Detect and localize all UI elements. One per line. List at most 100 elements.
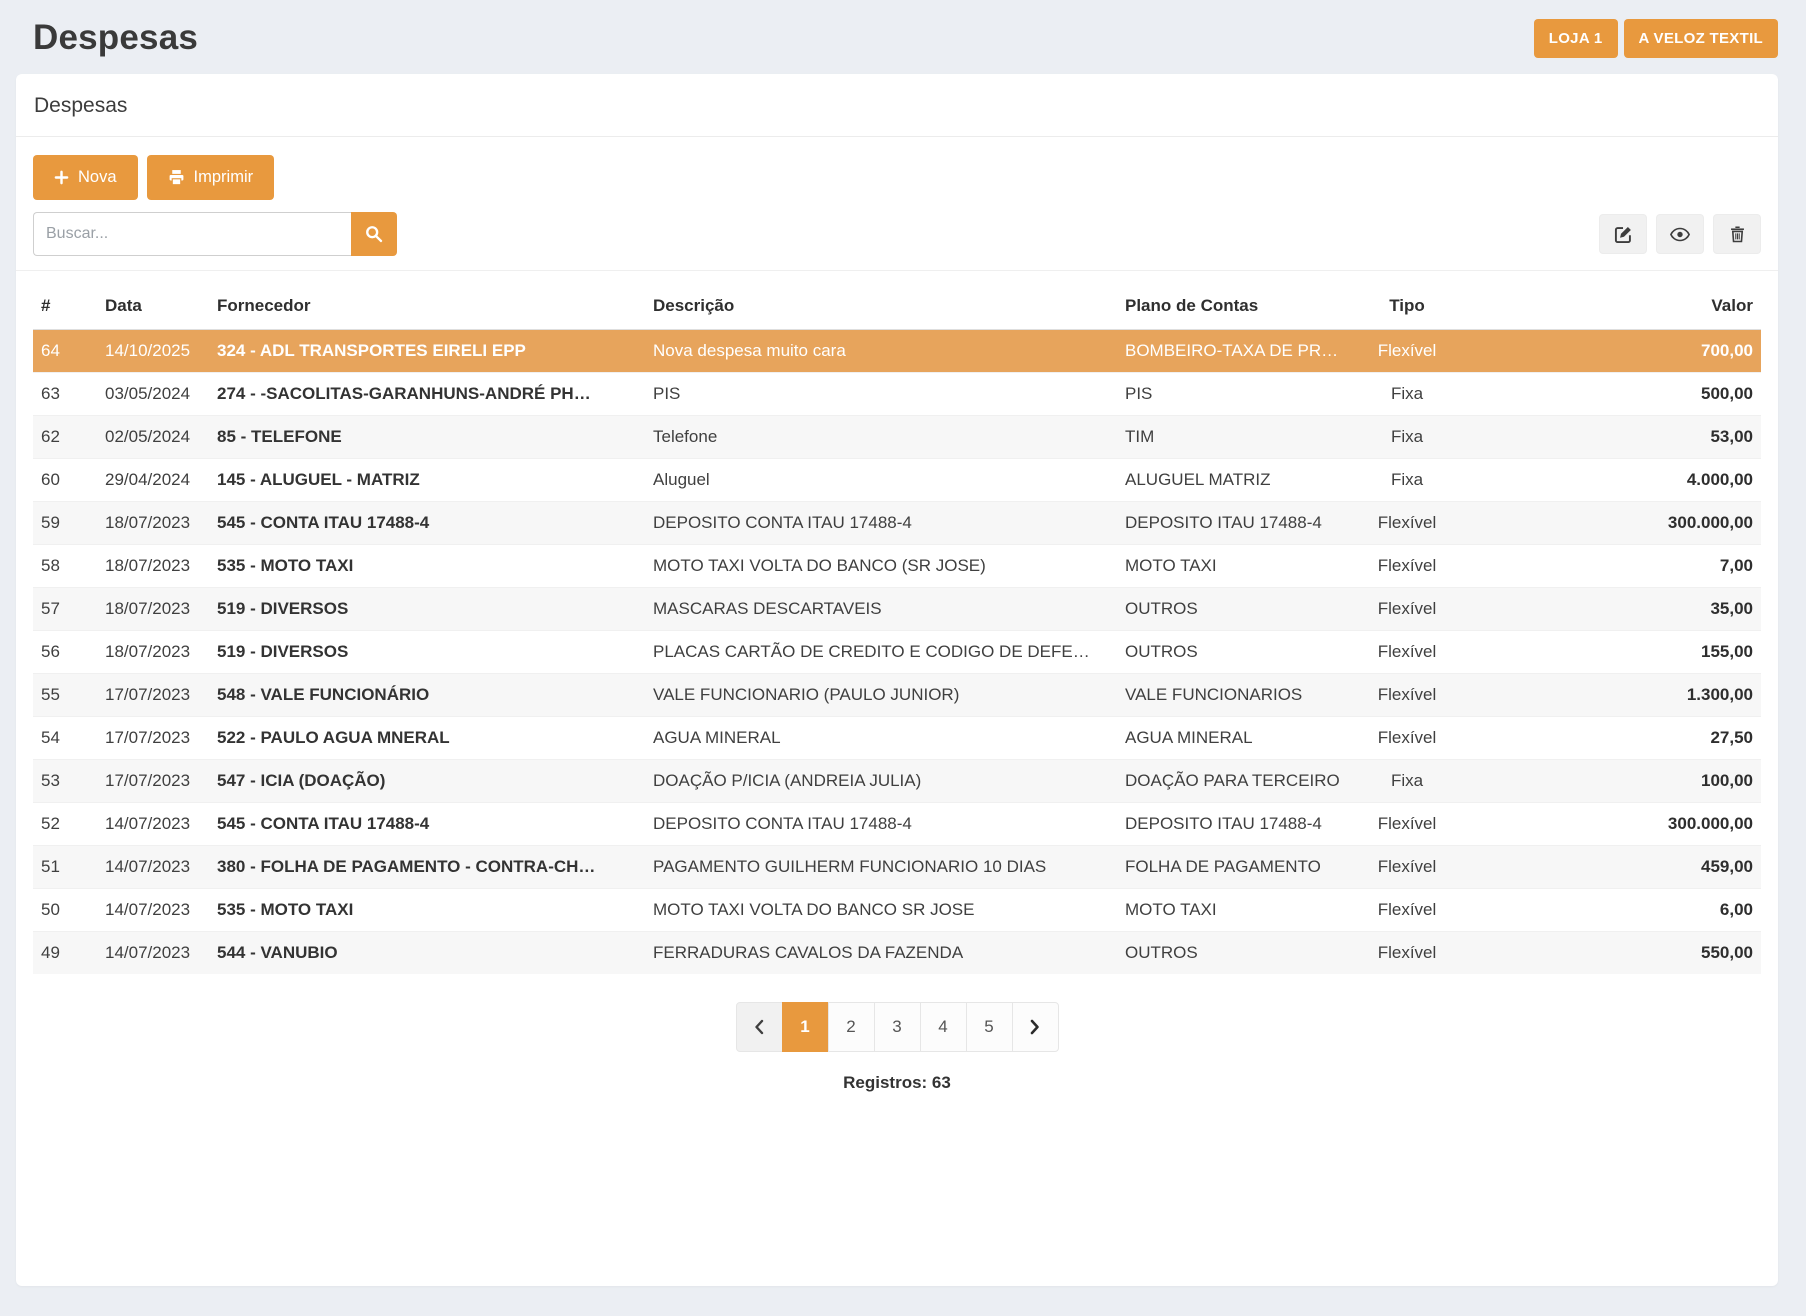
cell-id: 62 <box>33 416 97 459</box>
next-page-button[interactable] <box>1012 1002 1059 1052</box>
pagination-wrap: 12345 <box>33 1002 1761 1052</box>
cell-plan: AGUA MINERAL <box>1117 717 1347 760</box>
table-row[interactable]: 4914/07/2023544 - VANUBIOFERRADURAS CAVA… <box>33 932 1761 975</box>
cell-date: 14/07/2023 <box>97 846 209 889</box>
table-row[interactable]: 6414/10/2025324 - ADL TRANSPORTES EIRELI… <box>33 330 1761 373</box>
cell-supplier: 535 - MOTO TAXI <box>209 889 645 932</box>
view-button[interactable] <box>1656 214 1704 254</box>
cell-id: 59 <box>33 502 97 545</box>
row-actions <box>1599 214 1761 254</box>
cell-description: AGUA MINERAL <box>645 717 1117 760</box>
cell-plan: DEPOSITO ITAU 17488-4 <box>1117 502 1347 545</box>
cell-description: MOTO TAXI VOLTA DO BANCO (SR JOSE) <box>645 545 1117 588</box>
table-row[interactable]: 5214/07/2023545 - CONTA ITAU 17488-4DEPO… <box>33 803 1761 846</box>
cell-type: Flexível <box>1347 631 1467 674</box>
cell-supplier: 519 - DIVERSOS <box>209 631 645 674</box>
pagination: 12345 <box>736 1002 1059 1052</box>
cell-supplier: 274 - -SACOLITAS-GARANHUNS-ANDRÉ PH… <box>209 373 645 416</box>
table-row[interactable]: 5317/07/2023547 - ICIA (DOAÇÃO)DOAÇÃO P/… <box>33 760 1761 803</box>
column-header: Descrição <box>645 281 1117 330</box>
table-row[interactable]: 6202/05/202485 - TELEFONETelefoneTIMFixa… <box>33 416 1761 459</box>
cell-value: 700,00 <box>1467 330 1761 373</box>
column-header: Fornecedor <box>209 281 645 330</box>
cell-type: Flexível <box>1347 803 1467 846</box>
column-header: Data <box>97 281 209 330</box>
trash-icon <box>1730 225 1745 243</box>
edit-button[interactable] <box>1599 214 1647 254</box>
prev-page-button[interactable] <box>736 1002 783 1052</box>
cell-plan: VALE FUNCIONARIOS <box>1117 674 1347 717</box>
table-row[interactable]: 5618/07/2023519 - DIVERSOSPLACAS CARTÃO … <box>33 631 1761 674</box>
delete-button[interactable] <box>1713 214 1761 254</box>
button-row: Nova Imprimir <box>33 155 1761 200</box>
cell-date: 14/07/2023 <box>97 803 209 846</box>
page-button-5[interactable]: 5 <box>966 1002 1013 1052</box>
badges: LOJA 1 A VELOZ TEXTIL <box>1534 19 1778 58</box>
page-button-3[interactable]: 3 <box>874 1002 921 1052</box>
page-button-4[interactable]: 4 <box>920 1002 967 1052</box>
cell-date: 14/10/2025 <box>97 330 209 373</box>
cell-supplier: 545 - CONTA ITAU 17488-4 <box>209 803 645 846</box>
column-header: # <box>33 281 97 330</box>
company-badge[interactable]: A VELOZ TEXTIL <box>1624 19 1778 58</box>
cell-value: 4.000,00 <box>1467 459 1761 502</box>
cell-date: 17/07/2023 <box>97 717 209 760</box>
page-title: Despesas <box>33 18 198 58</box>
cell-type: Fixa <box>1347 373 1467 416</box>
topbar: Despesas LOJA 1 A VELOZ TEXTIL <box>16 12 1778 74</box>
cell-type: Flexível <box>1347 545 1467 588</box>
search-button[interactable] <box>351 212 397 256</box>
cell-type: Fixa <box>1347 459 1467 502</box>
search-row <box>33 212 1761 256</box>
cell-id: 50 <box>33 889 97 932</box>
cell-supplier: 145 - ALUGUEL - MATRIZ <box>209 459 645 502</box>
search-icon <box>365 225 383 243</box>
page-button-2[interactable]: 2 <box>828 1002 875 1052</box>
cell-value: 53,00 <box>1467 416 1761 459</box>
cell-date: 18/07/2023 <box>97 545 209 588</box>
cell-type: Flexível <box>1347 502 1467 545</box>
table-row[interactable]: 5818/07/2023535 - MOTO TAXIMOTO TAXI VOL… <box>33 545 1761 588</box>
table-row[interactable]: 5918/07/2023545 - CONTA ITAU 17488-4DEPO… <box>33 502 1761 545</box>
nova-button-label: Nova <box>78 168 117 187</box>
cell-date: 03/05/2024 <box>97 373 209 416</box>
cell-value: 100,00 <box>1467 760 1761 803</box>
table-row[interactable]: 5718/07/2023519 - DIVERSOSMASCARAS DESCA… <box>33 588 1761 631</box>
cell-description: DEPOSITO CONTA ITAU 17488-4 <box>645 502 1117 545</box>
cell-type: Flexível <box>1347 932 1467 975</box>
cell-supplier: 548 - VALE FUNCIONÁRIO <box>209 674 645 717</box>
imprimir-button[interactable]: Imprimir <box>147 155 275 200</box>
store-badge[interactable]: LOJA 1 <box>1534 19 1618 58</box>
table-row[interactable]: 6029/04/2024145 - ALUGUEL - MATRIZAlugue… <box>33 459 1761 502</box>
table-row[interactable]: 6303/05/2024274 - -SACOLITAS-GARANHUNS-A… <box>33 373 1761 416</box>
cell-date: 29/04/2024 <box>97 459 209 502</box>
cell-id: 51 <box>33 846 97 889</box>
cell-id: 56 <box>33 631 97 674</box>
cell-description: MOTO TAXI VOLTA DO BANCO SR JOSE <box>645 889 1117 932</box>
cell-supplier: 324 - ADL TRANSPORTES EIRELI EPP <box>209 330 645 373</box>
cell-date: 18/07/2023 <box>97 588 209 631</box>
cell-type: Flexível <box>1347 717 1467 760</box>
cell-supplier: 547 - ICIA (DOAÇÃO) <box>209 760 645 803</box>
header-row: #DataFornecedorDescriçãoPlano de ContasT… <box>33 281 1761 330</box>
table-row[interactable]: 5114/07/2023380 - FOLHA DE PAGAMENTO - C… <box>33 846 1761 889</box>
cell-value: 1.300,00 <box>1467 674 1761 717</box>
plus-icon <box>54 170 69 185</box>
cell-description: FERRADURAS CAVALOS DA FAZENDA <box>645 932 1117 975</box>
column-header: Plano de Contas <box>1117 281 1347 330</box>
cell-id: 54 <box>33 717 97 760</box>
nova-button[interactable]: Nova <box>33 155 138 200</box>
table-body: 6414/10/2025324 - ADL TRANSPORTES EIRELI… <box>33 330 1761 975</box>
page: Despesas LOJA 1 A VELOZ TEXTIL Despesas … <box>0 0 1806 1316</box>
cell-plan: ALUGUEL MATRIZ <box>1117 459 1347 502</box>
cell-plan: OUTROS <box>1117 588 1347 631</box>
search-input[interactable] <box>33 212 351 256</box>
cell-value: 27,50 <box>1467 717 1761 760</box>
table-row[interactable]: 5014/07/2023535 - MOTO TAXIMOTO TAXI VOL… <box>33 889 1761 932</box>
cell-plan: OUTROS <box>1117 631 1347 674</box>
cell-value: 550,00 <box>1467 932 1761 975</box>
table-row[interactable]: 5417/07/2023522 - PAULO AGUA MNERALAGUA … <box>33 717 1761 760</box>
cell-id: 60 <box>33 459 97 502</box>
table-row[interactable]: 5517/07/2023548 - VALE FUNCIONÁRIOVALE F… <box>33 674 1761 717</box>
page-button-1[interactable]: 1 <box>782 1002 829 1052</box>
